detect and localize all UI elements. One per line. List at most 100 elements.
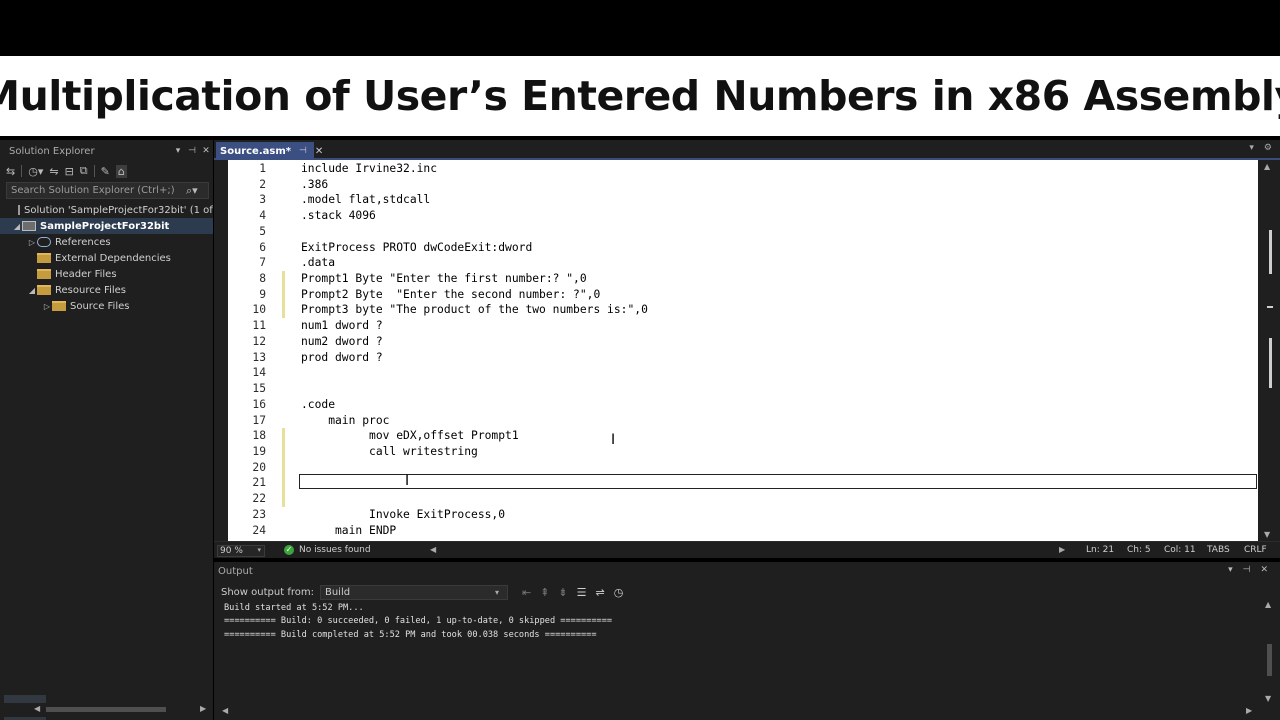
scroll-up-icon[interactable]: ▲ [1264,162,1270,171]
scroll-right-icon[interactable]: ▶ [200,704,206,713]
code-line[interactable]: 18 mov eDX,offset Prompt1 [228,428,1258,444]
collapse-arrow-icon[interactable]: ◢ [12,222,22,231]
tree-item-references[interactable]: ▷ References [0,234,213,250]
pin-icon[interactable]: ⊣ [185,146,199,156]
code-line[interactable]: 7 .data [228,255,1258,271]
tree-item-header-files[interactable]: Header Files [0,266,213,282]
tree-item-solution[interactable]: Solution 'SampleProjectFor32bit' (1 of 1 [0,202,213,218]
collapse-arrow-icon[interactable]: ◢ [27,286,37,295]
scroll-right-icon[interactable]: ▶ [1059,545,1065,554]
previous-message-icon[interactable]: ⇞ [540,586,549,599]
scrollbar-track[interactable] [1265,174,1275,526]
scrollbar-thumb[interactable] [46,707,166,712]
zoom-select[interactable]: 90 % ▾ [217,545,265,557]
line-number: 9 [259,287,266,301]
pin-icon[interactable]: ⊣ [1243,565,1251,575]
output-panel: Output ▾ ⊣ ✕ Show output from: Build ▾ ⇤… [214,562,1280,720]
output-horizontal-scrollbar[interactable]: ◀ ▶ [218,706,1258,716]
dropdown-icon[interactable]: ▾ [171,146,185,156]
output-source-select[interactable]: Build ▾ [319,584,508,600]
solution-explorer-header: Solution Explorer ▾ ⊣ ✕ [0,142,213,160]
code-line[interactable]: 13 prod dword ? [228,350,1258,366]
properties-icon[interactable]: ✎ [101,165,110,178]
tree-item-project[interactable]: ◢ SampleProjectFor32bit [0,218,213,234]
tab-dropdown-icon[interactable]: ▾ [1249,143,1254,153]
col-indicator[interactable]: Col: 11 [1164,545,1196,555]
code-line[interactable]: 1 include Irvine32.inc [228,161,1258,177]
switch-views-icon[interactable]: ⇆ [6,165,15,178]
output-log[interactable]: Build started at 5:52 PM... ========== Bu… [224,602,612,642]
code-line[interactable]: 22 [228,491,1258,507]
editor-vertical-scrollbar[interactable]: ▲ ▼ [1260,160,1280,541]
word-wrap-icon[interactable]: ⇌ [596,586,605,599]
code-line[interactable]: 5 [228,224,1258,240]
close-icon[interactable]: ✕ [199,146,213,156]
change-marker [282,286,285,303]
close-tab-icon[interactable]: ✕ [315,146,323,157]
clock-icon[interactable]: ◷ [614,586,624,599]
scroll-right-icon[interactable]: ▶ [1246,706,1252,715]
zoom-dropdown-icon[interactable]: ▾ [257,546,261,554]
editor-panel: Source.asm* ⊣ ✕ ▾ ⚙ 24 main ENDP 23 Invok… [214,140,1280,558]
code-line[interactable]: 16 .code [228,397,1258,413]
expand-arrow-icon[interactable]: ▷ [42,302,52,311]
search-icon[interactable]: ⌕▾ [186,184,208,198]
scrollbar-thumb[interactable] [1267,644,1272,676]
code-editor[interactable]: 24 main ENDP 23 Invoke ExitProcess,0 22 21 2… [228,160,1258,541]
history-icon[interactable]: ◷▾ [28,165,43,178]
code-line[interactable]: 6 ExitProcess PROTO dwCodeExit:dword [228,240,1258,256]
find-message-icon[interactable]: ⇤ [522,586,531,599]
scroll-up-icon[interactable]: ▲ [1265,600,1271,609]
tree-item-external-dependencies[interactable]: External Dependencies [0,250,213,266]
solution-horizontal-scrollbar[interactable]: ◀ ▶ [0,703,213,717]
collapse-all-icon[interactable]: ⊟ [65,165,74,178]
code-line[interactable]: 8 Prompt1 Byte "Enter the first number:? … [228,271,1258,287]
code-line[interactable]: 4 .stack 4096 [228,208,1258,224]
folder-icon [37,253,51,263]
next-message-icon[interactable]: ⇟ [558,586,567,599]
char-indicator[interactable]: Ch: 5 [1127,545,1151,555]
code-line[interactable]: 9 Prompt2 Byte "Enter the second number: … [228,286,1258,303]
code-line[interactable]: 20 [228,459,1258,476]
code-text: Prompt3 byte "The product of the two num… [301,303,648,317]
tab-source-asm[interactable]: Source.asm* ⊣ ✕ [216,142,323,160]
issues-status[interactable]: No issues found [299,545,371,555]
tabs-indicator[interactable]: TABS [1207,545,1230,555]
scroll-left-icon[interactable]: ◀ [430,545,436,554]
code-line[interactable]: 12 num2 dword ? [228,334,1258,350]
eol-indicator[interactable]: CRLF [1244,545,1267,555]
line-number: 10 [252,303,266,317]
line-number: 21 [252,476,266,490]
code-line[interactable]: 2 .386 [228,177,1258,193]
code-line[interactable]: 19 call writestring [228,443,1258,460]
output-header-controls: ▾ ⊣ ✕ [1228,565,1268,575]
change-marker [282,428,285,444]
clear-all-icon[interactable]: ☰ [577,586,587,599]
show-all-files-icon[interactable]: ⧉ [80,164,88,178]
expand-arrow-icon[interactable]: ▷ [27,238,37,247]
code-line[interactable]: 11 num1 dword ? [228,318,1258,334]
pin-icon[interactable]: ⊣ [299,146,307,156]
line-indicator[interactable]: Ln: 21 [1086,545,1114,555]
scroll-left-icon[interactable]: ◀ [222,706,228,715]
code-line[interactable]: 24 main ENDP [228,523,1258,539]
code-line[interactable]: 15 [228,381,1258,397]
solution-search-input[interactable]: Search Solution Explorer (Ctrl+;) ⌕▾ [6,182,209,199]
code-line[interactable]: 10 Prompt3 byte "The product of the two n… [228,302,1258,319]
tab-bar-controls: ▾ ⚙ [1249,143,1272,153]
tree-item-resource-files[interactable]: ◢ Resource Files [0,282,213,298]
scroll-left-icon[interactable]: ◀ [34,704,40,713]
code-line[interactable]: 3 .model flat,stdcall [228,192,1258,208]
code-line[interactable]: 14 [228,365,1258,381]
scroll-down-icon[interactable]: ▼ [1264,530,1270,539]
sync-icon[interactable]: ⇋ [49,165,58,178]
dropdown-icon[interactable]: ▾ [1228,565,1233,575]
settings-icon[interactable]: ⚙ [1264,143,1272,153]
code-line[interactable]: 23 Invoke ExitProcess,0 [228,507,1258,523]
code-line[interactable]: 17 main proc [228,413,1258,429]
tree-item-source-files[interactable]: ▷ Source Files [0,298,213,314]
preview-icon[interactable]: ⌂ [115,164,127,178]
close-icon[interactable]: ✕ [1260,565,1268,575]
output-vertical-scrollbar[interactable]: ▲ ▼ [1264,600,1276,708]
scroll-down-icon[interactable]: ▼ [1265,694,1271,703]
